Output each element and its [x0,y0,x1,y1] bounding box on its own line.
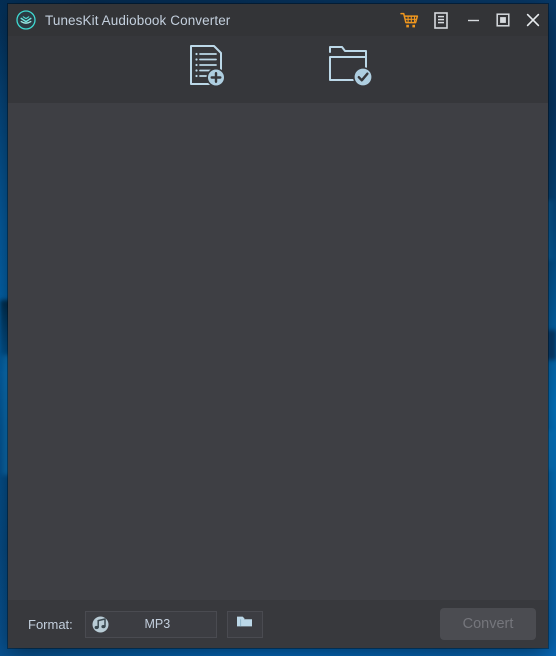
add-document-list-icon [184,43,228,94]
tuneskit-logo-icon [16,10,36,30]
format-select[interactable]: MP3 [84,610,217,638]
maximize-icon[interactable] [488,4,518,36]
minimize-icon[interactable] [458,4,488,36]
title-bar[interactable]: TunesKit Audiobook Converter [8,4,548,36]
folder-check-icon [325,43,375,94]
application-window: TunesKit Audiobook Converter Format: MP3… [8,4,548,648]
log-icon[interactable] [426,4,456,36]
main-toolbar [8,36,548,103]
file-list-area[interactable] [8,103,548,600]
format-label: Format: [28,616,73,632]
music-note-icon [92,616,109,633]
bottom-bar: Format: MP3 Convert [8,600,548,648]
add-files-button[interactable] [178,43,234,95]
window-title: TunesKit Audiobook Converter [45,12,231,28]
cart-icon[interactable] [392,4,426,36]
format-value: MP3 [144,617,171,631]
add-converted-folder-button[interactable] [322,43,378,95]
folder-icon [236,614,253,634]
output-folder-button[interactable] [226,610,263,638]
close-icon[interactable] [518,4,548,36]
convert-button[interactable]: Convert [440,608,536,640]
